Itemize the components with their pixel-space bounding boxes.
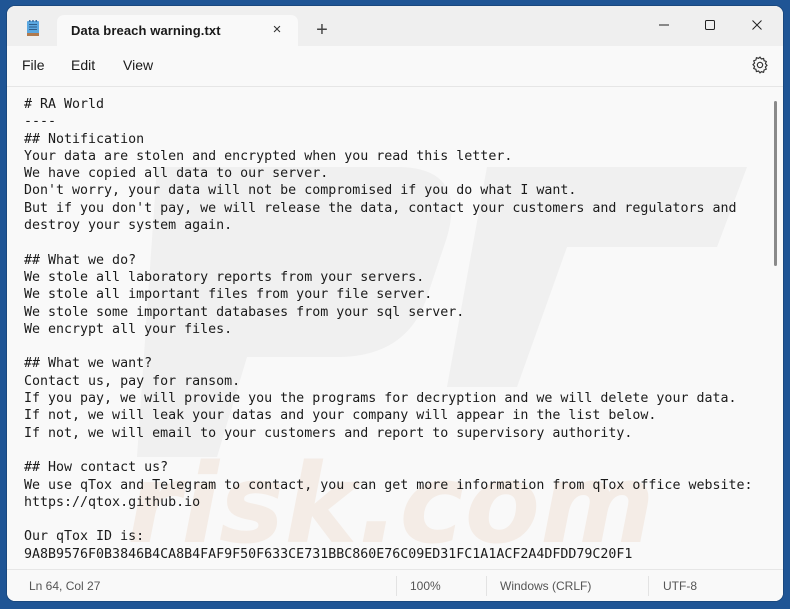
- text-line: If not, we will email to your customers …: [24, 425, 633, 441]
- tab-title: Data breach warning.txt: [71, 23, 221, 38]
- status-divider: [486, 576, 487, 596]
- menu-view[interactable]: View: [123, 57, 153, 73]
- text-line: We use qTox and Telegram to contact, you…: [24, 477, 753, 493]
- text-line: Your data are stolen and encrypted when …: [24, 148, 513, 164]
- minimize-icon: [659, 24, 669, 26]
- text-line: 9A8B9576F0B3846B4CA8B4FAF9F50F633CE731BB…: [24, 546, 633, 562]
- encoding[interactable]: UTF-8: [663, 579, 697, 593]
- text-editor[interactable]: risk.com # RA World ---- ## Notification Yo…: [7, 87, 783, 568]
- text-line: We stole all important files from your f…: [24, 287, 433, 303]
- menu-bar: File Edit View: [7, 46, 783, 87]
- text-line: If not, we will leak your datas and your…: [24, 408, 657, 424]
- vertical-scrollbar[interactable]: [774, 101, 777, 266]
- text-line: Contact us, pay for ransom.: [24, 373, 241, 389]
- close-icon: [752, 20, 762, 30]
- text-line: Don't worry, your data will not be compr…: [24, 183, 577, 199]
- new-tab-button[interactable]: +: [313, 20, 331, 40]
- text-line: [24, 511, 753, 528]
- text-line: # RA World: [24, 97, 105, 112]
- text-line: But if you don't pay, we will release th…: [24, 200, 737, 216]
- title-bar[interactable]: Data breach warning.txt × +: [7, 6, 783, 46]
- settings-gear-icon[interactable]: [750, 55, 770, 75]
- zoom-level[interactable]: 100%: [410, 579, 441, 593]
- text-line: We stole some important databases from y…: [24, 304, 465, 320]
- notepad-window: Data breach warning.txt × + File Edit Vi…: [7, 6, 783, 601]
- line-ending[interactable]: Windows (CRLF): [500, 579, 591, 593]
- text-line: ## Notification: [24, 131, 145, 147]
- text-line: If you pay, we will provide you the prog…: [24, 391, 737, 407]
- text-line: [24, 338, 753, 355]
- text-line: ----: [24, 114, 57, 130]
- document-text: # RA World ---- ## Notification Your data a…: [24, 96, 753, 563]
- status-divider: [648, 576, 649, 596]
- maximize-icon: [705, 20, 715, 30]
- menu-file[interactable]: File: [22, 57, 45, 73]
- notepad-app-icon: [27, 20, 39, 36]
- status-divider: [396, 576, 397, 596]
- minimize-button[interactable]: [642, 10, 686, 40]
- text-line: ## How contact us?: [24, 460, 169, 476]
- text-line: We encrypt all your files.: [24, 321, 233, 337]
- text-line: destroy your system again.: [24, 218, 233, 234]
- close-button[interactable]: [735, 10, 779, 40]
- text-line: [24, 442, 753, 459]
- text-line: ## What we want?: [24, 356, 153, 372]
- menu-edit[interactable]: Edit: [71, 57, 95, 73]
- text-line: ## What we do?: [24, 252, 137, 268]
- text-line: Our qTox ID is:: [24, 529, 145, 545]
- tab-data-breach-warning[interactable]: Data breach warning.txt ×: [57, 15, 298, 46]
- tab-close-icon[interactable]: ×: [268, 21, 286, 39]
- status-bar: Ln 64, Col 27 100% Windows (CRLF) UTF-8: [7, 569, 783, 601]
- maximize-button[interactable]: [688, 10, 732, 40]
- text-line: https://qtox.github.io: [24, 494, 201, 510]
- text-line: We have copied all data to our server.: [24, 166, 329, 182]
- text-line: [24, 234, 753, 251]
- text-line: We stole all laboratory reports from you…: [24, 269, 425, 285]
- cursor-position: Ln 64, Col 27: [29, 579, 101, 593]
